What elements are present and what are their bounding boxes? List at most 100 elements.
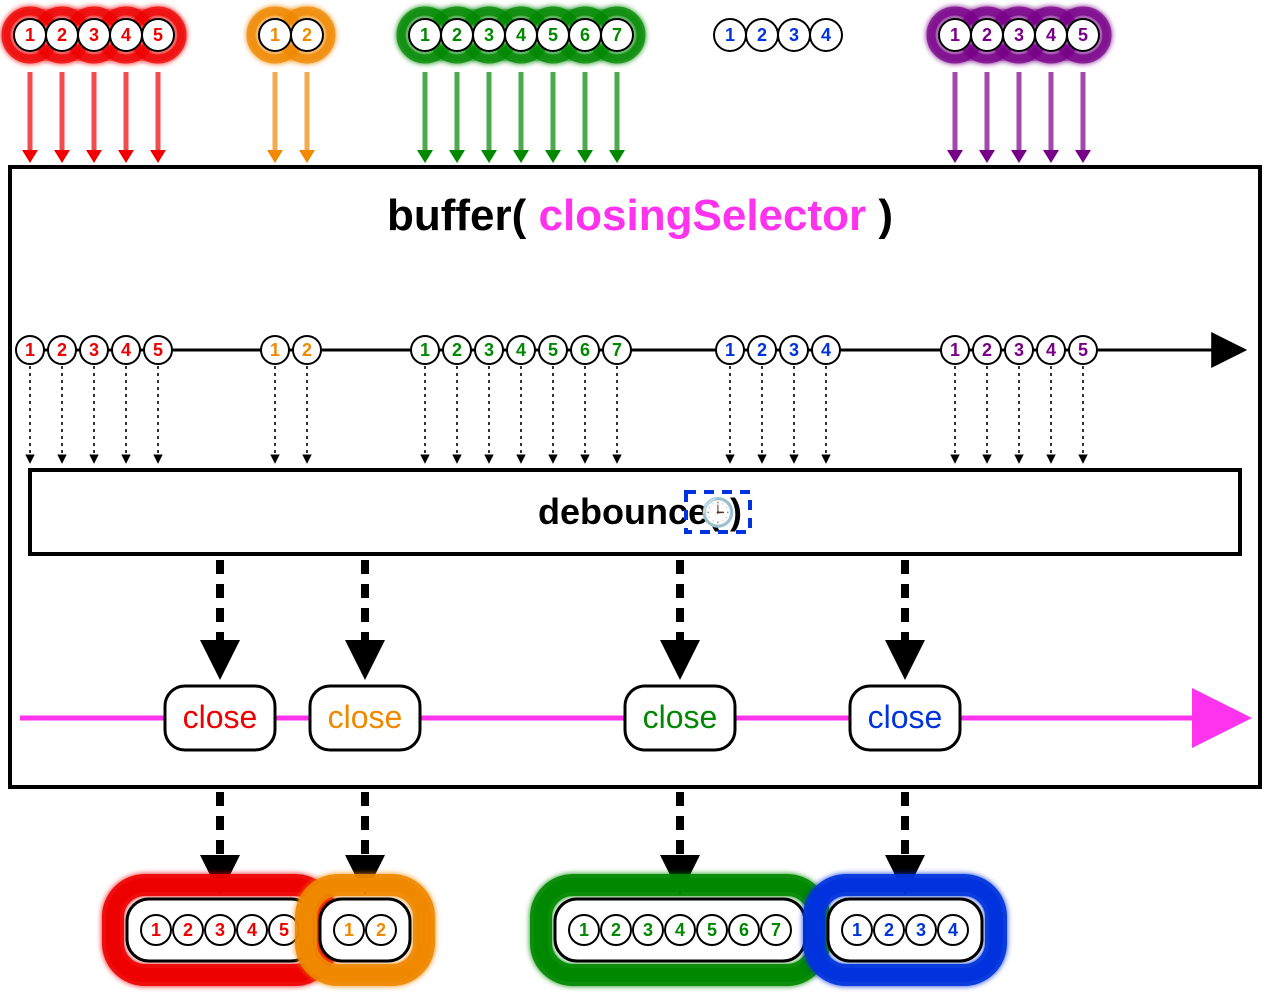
svg-text:close: close bbox=[183, 699, 258, 735]
marble-blue-3: 3 bbox=[780, 336, 808, 364]
output-buffer-blue: 1234 bbox=[814, 885, 996, 975]
svg-text:2: 2 bbox=[183, 920, 193, 940]
svg-text:3: 3 bbox=[643, 920, 653, 940]
marble-purple-4: 4 bbox=[1037, 336, 1065, 364]
svg-text:2: 2 bbox=[757, 25, 767, 45]
svg-text:4: 4 bbox=[516, 25, 526, 45]
marble-red-3: 3 bbox=[80, 336, 108, 364]
svg-text:2: 2 bbox=[452, 25, 462, 45]
marble-green-4: 4 bbox=[507, 336, 535, 364]
svg-text:5: 5 bbox=[548, 340, 558, 360]
svg-text:5: 5 bbox=[1078, 340, 1088, 360]
burst-red: 12345 bbox=[4, 9, 184, 61]
svg-text:2: 2 bbox=[982, 25, 992, 45]
svg-text:4: 4 bbox=[948, 920, 958, 940]
marble-green-7: 7 bbox=[603, 336, 631, 364]
svg-text:3: 3 bbox=[789, 340, 799, 360]
burst-orange: 12 bbox=[249, 9, 333, 61]
marble-green-5: 5 bbox=[539, 336, 567, 364]
svg-text:1: 1 bbox=[270, 340, 280, 360]
svg-text:4: 4 bbox=[1046, 340, 1056, 360]
svg-text:1: 1 bbox=[852, 920, 862, 940]
close-pill-red: close bbox=[165, 686, 275, 750]
svg-text:close: close bbox=[328, 699, 403, 735]
svg-text:1: 1 bbox=[950, 340, 960, 360]
svg-text:4: 4 bbox=[247, 920, 257, 940]
burst-blue: 1234 bbox=[714, 19, 842, 51]
svg-text:5: 5 bbox=[279, 920, 289, 940]
marble-red-2: 2 bbox=[48, 336, 76, 364]
svg-text:5: 5 bbox=[1078, 25, 1088, 45]
burst-purple: 12345 bbox=[929, 9, 1109, 61]
output-arrows bbox=[220, 792, 905, 875]
svg-text:4: 4 bbox=[1046, 25, 1056, 45]
svg-text:1: 1 bbox=[25, 25, 35, 45]
marble-red-4: 4 bbox=[112, 336, 140, 364]
svg-text:2: 2 bbox=[376, 920, 386, 940]
svg-text:1: 1 bbox=[344, 920, 354, 940]
output-buffers: 123451212345671234 bbox=[113, 885, 996, 975]
clock-icon: 🕒 bbox=[701, 496, 736, 529]
svg-text:3: 3 bbox=[1014, 340, 1024, 360]
svg-text:2: 2 bbox=[757, 340, 767, 360]
svg-text:5: 5 bbox=[548, 25, 558, 45]
marble-green-6: 6 bbox=[571, 336, 599, 364]
svg-text:3: 3 bbox=[484, 340, 494, 360]
marble-orange-2: 2 bbox=[293, 336, 321, 364]
svg-text:1: 1 bbox=[725, 340, 735, 360]
close-pill-blue: close bbox=[850, 686, 960, 750]
svg-text:1: 1 bbox=[420, 25, 430, 45]
svg-text:2: 2 bbox=[302, 340, 312, 360]
svg-text:5: 5 bbox=[153, 25, 163, 45]
svg-text:4: 4 bbox=[516, 340, 526, 360]
svg-text:2: 2 bbox=[452, 340, 462, 360]
marble-purple-5: 5 bbox=[1069, 336, 1097, 364]
marble-green-2: 2 bbox=[443, 336, 471, 364]
svg-text:3: 3 bbox=[215, 920, 225, 940]
svg-text:6: 6 bbox=[739, 920, 749, 940]
svg-text:3: 3 bbox=[484, 25, 494, 45]
marble-purple-3: 3 bbox=[1005, 336, 1033, 364]
marble-purple-1: 1 bbox=[941, 336, 969, 364]
svg-text:7: 7 bbox=[612, 25, 622, 45]
svg-text:1: 1 bbox=[25, 340, 35, 360]
svg-text:4: 4 bbox=[821, 340, 831, 360]
marble-red-1: 1 bbox=[16, 336, 44, 364]
title-selector: closingSelector bbox=[538, 191, 866, 240]
svg-text:5: 5 bbox=[153, 340, 163, 360]
marble-red-5: 5 bbox=[144, 336, 172, 364]
svg-text:4: 4 bbox=[121, 25, 131, 45]
svg-text:4: 4 bbox=[821, 25, 831, 45]
svg-text:2: 2 bbox=[611, 920, 621, 940]
svg-text:1: 1 bbox=[579, 920, 589, 940]
svg-text:3: 3 bbox=[89, 25, 99, 45]
output-buffer-green: 1 2 3 4 5 6 7 bbox=[541, 885, 819, 975]
svg-text:2: 2 bbox=[982, 340, 992, 360]
source-bursts-top: 12345121234567123412345 bbox=[4, 9, 1109, 61]
marble-blue-1: 1 bbox=[716, 336, 744, 364]
svg-text:1: 1 bbox=[725, 25, 735, 45]
operator-title: buffer( closingSelector ) bbox=[387, 191, 893, 240]
marble-green-1: 1 bbox=[411, 336, 439, 364]
buffer-marble-diagram: 12345121234567123412345 buffer( closingS… bbox=[0, 0, 1280, 1000]
output-buffer-orange: 12 bbox=[306, 885, 424, 975]
marble-orange-1: 1 bbox=[261, 336, 289, 364]
marble-purple-2: 2 bbox=[973, 336, 1001, 364]
svg-text:5: 5 bbox=[707, 920, 717, 940]
svg-text:3: 3 bbox=[916, 920, 926, 940]
marble-blue-2: 2 bbox=[748, 336, 776, 364]
svg-text:close: close bbox=[643, 699, 718, 735]
svg-text:1: 1 bbox=[270, 25, 280, 45]
svg-text:7: 7 bbox=[612, 340, 622, 360]
output-buffer-red: 12345 bbox=[113, 885, 327, 975]
burst-green: 1234567 bbox=[399, 9, 643, 61]
close-pill-orange: close bbox=[310, 686, 420, 750]
svg-text:3: 3 bbox=[1014, 25, 1024, 45]
marble-blue-4: 4 bbox=[812, 336, 840, 364]
svg-text:1: 1 bbox=[420, 340, 430, 360]
top-down-arrows bbox=[22, 70, 1091, 163]
svg-text:7: 7 bbox=[771, 920, 781, 940]
svg-text:4: 4 bbox=[675, 920, 685, 940]
svg-text:close: close bbox=[868, 699, 943, 735]
title-suffix: ) bbox=[866, 191, 893, 240]
